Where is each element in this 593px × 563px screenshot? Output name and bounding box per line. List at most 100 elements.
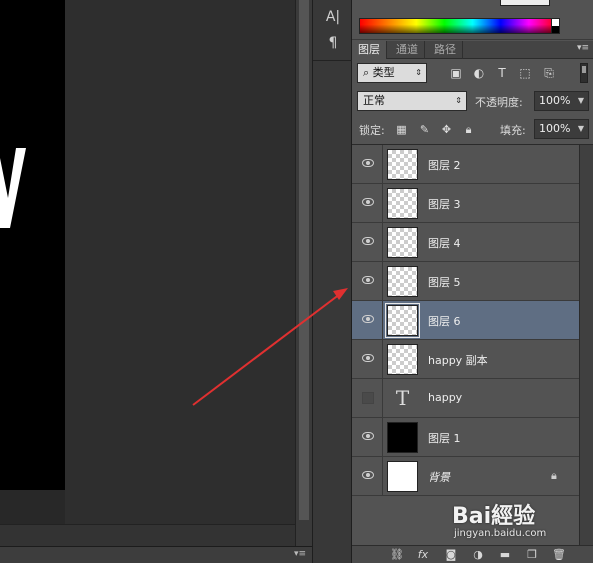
eye-icon [362,159,374,167]
panel-dock: A| ¶ [312,0,353,563]
canvas-pasteboard [65,0,295,524]
fill-value: 100% [539,122,571,135]
chevron-down-icon[interactable]: ▼ [578,120,584,138]
panel-menu-icon[interactable]: ▾≡ [577,43,589,53]
lock-icon: 🔒︎ [551,469,557,482]
canvas-partial-letter [0,148,26,228]
layer-thumbnail [387,149,418,180]
visibility-toggle[interactable] [352,184,383,222]
blend-mode-value: 正常 [363,94,385,107]
layer-row-selected[interactable]: 图层 6 [352,301,579,340]
layers-panel-group: 图层 通道 路径 ▾≡ ⌕ 类型 ⇕ ▣ ◐ T ⬚ ⎘ 正常 ⇕ 不透明度: … [352,0,593,563]
eye-icon [362,237,374,245]
opacity-field[interactable]: 100% ▼ [534,91,589,111]
layer-name[interactable]: 图层 3 [428,196,461,212]
visibility-toggle[interactable] [352,340,383,378]
layer-name[interactable]: 图层 1 [428,430,461,446]
layer-row[interactable]: T happy [352,379,579,418]
paragraph-panel-icon[interactable]: ¶ [324,34,342,52]
layers-list[interactable]: 图层 2 图层 3 图层 4 图层 5 图层 6 happy 副本 T happ… [352,145,579,545]
layer-thumbnail [387,344,418,375]
layer-name[interactable]: 图层 4 [428,235,461,251]
search-icon: ⌕ [363,66,373,79]
visibility-toggle[interactable] [352,301,383,339]
fx-icon[interactable]: fx [416,548,430,562]
adjustment-layer-icon[interactable]: ◑ [471,548,485,562]
layer-row[interactable]: 图层 3 [352,184,579,223]
layer-row[interactable]: 图层 5 [352,262,579,301]
layer-thumbnail [387,188,418,219]
canvas-vertical-scrollbar[interactable] [295,0,312,546]
filter-kind-label: 类型 [372,66,395,79]
lock-transparency-icon[interactable]: ▦ [395,123,408,136]
trash-icon[interactable]: 🗑︎ [552,548,566,562]
layer-thumbnail [385,303,420,338]
visibility-toggle[interactable] [352,262,383,300]
layer-row[interactable]: 图层 4 [352,223,579,262]
layer-name[interactable]: happy [428,391,462,404]
status-menu-icon[interactable]: ▾≡ [294,549,306,559]
updown-arrows-icon: ⇕ [455,96,462,105]
layer-filter-kind-select[interactable]: ⌕ 类型 ⇕ [357,63,427,83]
lock-label: 锁定: [359,124,385,137]
layer-name[interactable]: 图层 2 [428,157,461,173]
shape-filter-icon[interactable]: ⬚ [518,66,532,80]
character-panel-icon[interactable]: A| [324,8,342,26]
hidden-visibility-box [362,392,374,404]
visibility-toggle[interactable] [352,379,383,417]
type-layer-icon: T [395,386,410,410]
layer-row[interactable]: 图层 2 [352,145,579,184]
add-mask-icon[interactable]: ◙ [444,548,458,562]
layer-thumbnail [387,266,418,297]
lock-all-icon[interactable]: 🔒︎ [462,123,475,136]
tab-layers[interactable]: 图层 [352,41,387,59]
new-layer-icon[interactable]: ❐ [525,548,539,562]
layer-name[interactable]: 图层 6 [428,313,461,329]
layer-row[interactable]: 图层 1 [352,418,579,457]
layer-name[interactable]: happy 副本 [428,352,488,368]
link-layers-icon[interactable]: ⛓ [390,548,404,562]
layers-scrollbar[interactable] [579,145,593,545]
filter-toggle-switch[interactable] [580,63,588,83]
visibility-toggle[interactable] [352,457,383,495]
chevron-down-icon[interactable]: ▼ [578,92,584,110]
adjustment-filter-icon[interactable]: ◐ [472,66,486,80]
color-panel [352,0,593,40]
document-canvas-area[interactable]: ▾≡ [0,0,312,563]
black-white-swatch[interactable] [551,18,560,34]
visibility-toggle[interactable] [352,145,383,183]
image-filter-icon[interactable]: ▣ [449,66,463,80]
canvas-horizontal-scrollbar[interactable] [0,524,295,546]
visibility-toggle[interactable] [352,223,383,261]
document-canvas[interactable] [0,0,65,490]
eye-icon [362,276,374,284]
status-bar: ▾≡ [0,546,312,563]
color-value-field[interactable] [500,0,550,6]
tab-channels[interactable]: 通道 [390,41,425,59]
watermark-logo: Bai經验 [452,504,536,529]
layer-thumbnail [387,461,418,492]
group-folder-icon[interactable]: ▬ [498,548,512,562]
layer-row[interactable]: 背景 🔒︎ [352,457,579,496]
panel-tab-bar: 图层 通道 路径 ▾≡ [352,41,593,59]
canvas-vertical-scroll-thumb[interactable] [299,0,309,520]
color-spectrum-ramp[interactable] [359,18,558,34]
lock-position-icon[interactable]: ✥ [440,123,453,136]
eye-icon [362,315,374,323]
fill-field[interactable]: 100% ▼ [534,119,589,139]
eye-icon [362,432,374,440]
smart-object-filter-icon[interactable]: ⎘ [542,66,556,80]
updown-arrows-icon: ⇕ [415,68,422,77]
layer-name[interactable]: 背景 [428,469,450,485]
tab-paths[interactable]: 路径 [428,41,463,59]
layer-name[interactable]: 图层 5 [428,274,461,290]
layer-thumbnail [387,227,418,258]
layer-row[interactable]: happy 副本 [352,340,579,379]
type-filter-icon[interactable]: T [495,66,509,80]
baidu-jingyan-watermark: Bai經验 jingyan.baidu.com [452,498,590,548]
eye-icon [362,354,374,362]
fill-label: 填充: [500,124,526,137]
blend-mode-select[interactable]: 正常 ⇕ [357,91,467,111]
visibility-toggle[interactable] [352,418,383,456]
lock-image-pixels-icon[interactable]: ✎ [418,123,431,136]
